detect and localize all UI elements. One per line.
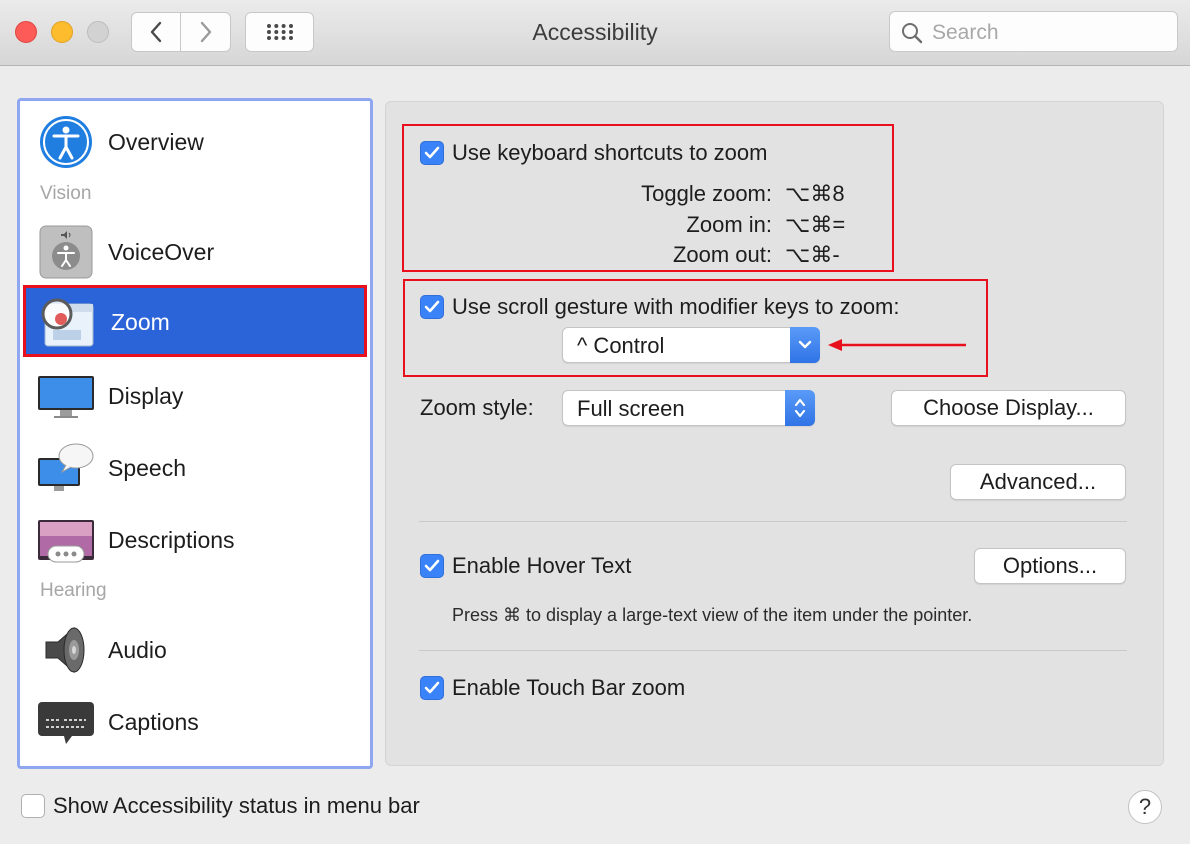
shortcut-zoom-out-keys: ⌥⌘- bbox=[785, 242, 840, 267]
zoom-style-dropdown[interactable]: Full screen bbox=[562, 390, 815, 426]
keyboard-shortcuts-checkbox[interactable] bbox=[420, 141, 444, 165]
search-icon bbox=[902, 23, 923, 44]
zoom-style-label: Zoom style: bbox=[420, 395, 534, 420]
sidebar-item-label: Overview bbox=[108, 129, 204, 155]
show-status-checkbox[interactable] bbox=[21, 794, 45, 818]
captions-icon bbox=[38, 702, 94, 744]
sidebar-item-zoom[interactable]: Zoom bbox=[23, 285, 367, 357]
annotation-arrow-icon bbox=[828, 339, 966, 351]
zoom-style-value: Full screen bbox=[577, 396, 685, 421]
help-button[interactable]: ? bbox=[1128, 790, 1162, 824]
chevron-down-icon bbox=[798, 340, 812, 349]
descriptions-icon bbox=[38, 520, 94, 563]
search-input[interactable]: Search bbox=[889, 11, 1178, 52]
zoom-icon bbox=[41, 298, 94, 347]
shortcut-zoom-in-label: Zoom in: bbox=[686, 212, 772, 237]
sidebar-item-label: Zoom bbox=[111, 309, 170, 335]
divider bbox=[419, 521, 1127, 522]
shortcut-toggle-keys: ⌥⌘8 bbox=[785, 181, 845, 206]
scroll-gesture-checkbox[interactable] bbox=[420, 295, 444, 319]
choose-display-button[interactable]: Choose Display... bbox=[891, 390, 1126, 426]
advanced-button[interactable]: Advanced... bbox=[950, 464, 1126, 500]
scroll-gesture-label: Use scroll gesture with modifier keys to… bbox=[452, 294, 900, 319]
hover-text-description: Press ⌘ to display a large-text view of … bbox=[452, 605, 973, 625]
shortcut-zoom-in-keys: ⌥⌘= bbox=[785, 212, 846, 237]
sidebar-item-label: VoiceOver bbox=[108, 239, 215, 265]
hover-text-checkbox[interactable] bbox=[420, 554, 444, 578]
accessibility-icon bbox=[40, 116, 92, 168]
sidebar-header-hearing: Hearing bbox=[40, 580, 107, 601]
sidebar: Overview Vision VoiceOver Zoom Display S… bbox=[17, 98, 373, 769]
dropdown-arrow bbox=[785, 390, 815, 426]
checkmark-icon bbox=[424, 300, 440, 313]
hover-text-options-button[interactable]: Options... bbox=[974, 548, 1126, 584]
sidebar-item-label: Speech bbox=[108, 455, 187, 481]
show-status-label: Show Accessibility status in menu bar bbox=[53, 793, 420, 818]
sidebar-item-audio[interactable]: Audio bbox=[20, 613, 370, 683]
sidebar-item-voiceover[interactable]: VoiceOver bbox=[20, 215, 370, 285]
sidebar-item-overview[interactable]: Overview bbox=[20, 105, 370, 175]
touch-bar-zoom-checkbox[interactable] bbox=[420, 676, 444, 700]
sidebar-header-vision: Vision bbox=[40, 183, 92, 204]
title-bar: Accessibility Search bbox=[0, 0, 1190, 66]
modifier-key-dropdown[interactable]: ^ Control bbox=[562, 327, 820, 363]
search-placeholder: Search bbox=[932, 21, 999, 44]
keyboard-shortcuts-label: Use keyboard shortcuts to zoom bbox=[452, 140, 768, 165]
sidebar-item-captions[interactable]: Captions bbox=[20, 685, 370, 755]
sidebar-item-descriptions[interactable]: Descriptions bbox=[20, 503, 370, 573]
dropdown-arrow bbox=[790, 327, 820, 363]
hover-text-label: Enable Hover Text bbox=[452, 553, 632, 578]
sidebar-item-display[interactable]: Display bbox=[20, 359, 370, 429]
sidebar-item-label: Descriptions bbox=[108, 527, 235, 553]
speech-icon bbox=[38, 443, 94, 491]
speaker-icon bbox=[45, 626, 85, 674]
modifier-key-value: ^ Control bbox=[577, 333, 665, 358]
checkmark-icon bbox=[424, 559, 440, 572]
divider bbox=[419, 650, 1127, 651]
voiceover-icon bbox=[39, 225, 93, 279]
sidebar-item-speech[interactable]: Speech bbox=[20, 431, 370, 501]
touch-bar-zoom-label: Enable Touch Bar zoom bbox=[452, 675, 686, 700]
checkmark-icon bbox=[424, 681, 440, 694]
sidebar-item-label: Audio bbox=[108, 637, 167, 663]
sidebar-item-label: Display bbox=[108, 383, 184, 409]
display-icon bbox=[38, 376, 94, 418]
checkmark-icon bbox=[424, 146, 440, 159]
shortcut-zoom-out-label: Zoom out: bbox=[672, 242, 772, 267]
shortcut-toggle-label: Toggle zoom: bbox=[641, 181, 772, 206]
sidebar-item-label: Captions bbox=[108, 709, 199, 735]
updown-arrows-icon bbox=[794, 398, 806, 418]
